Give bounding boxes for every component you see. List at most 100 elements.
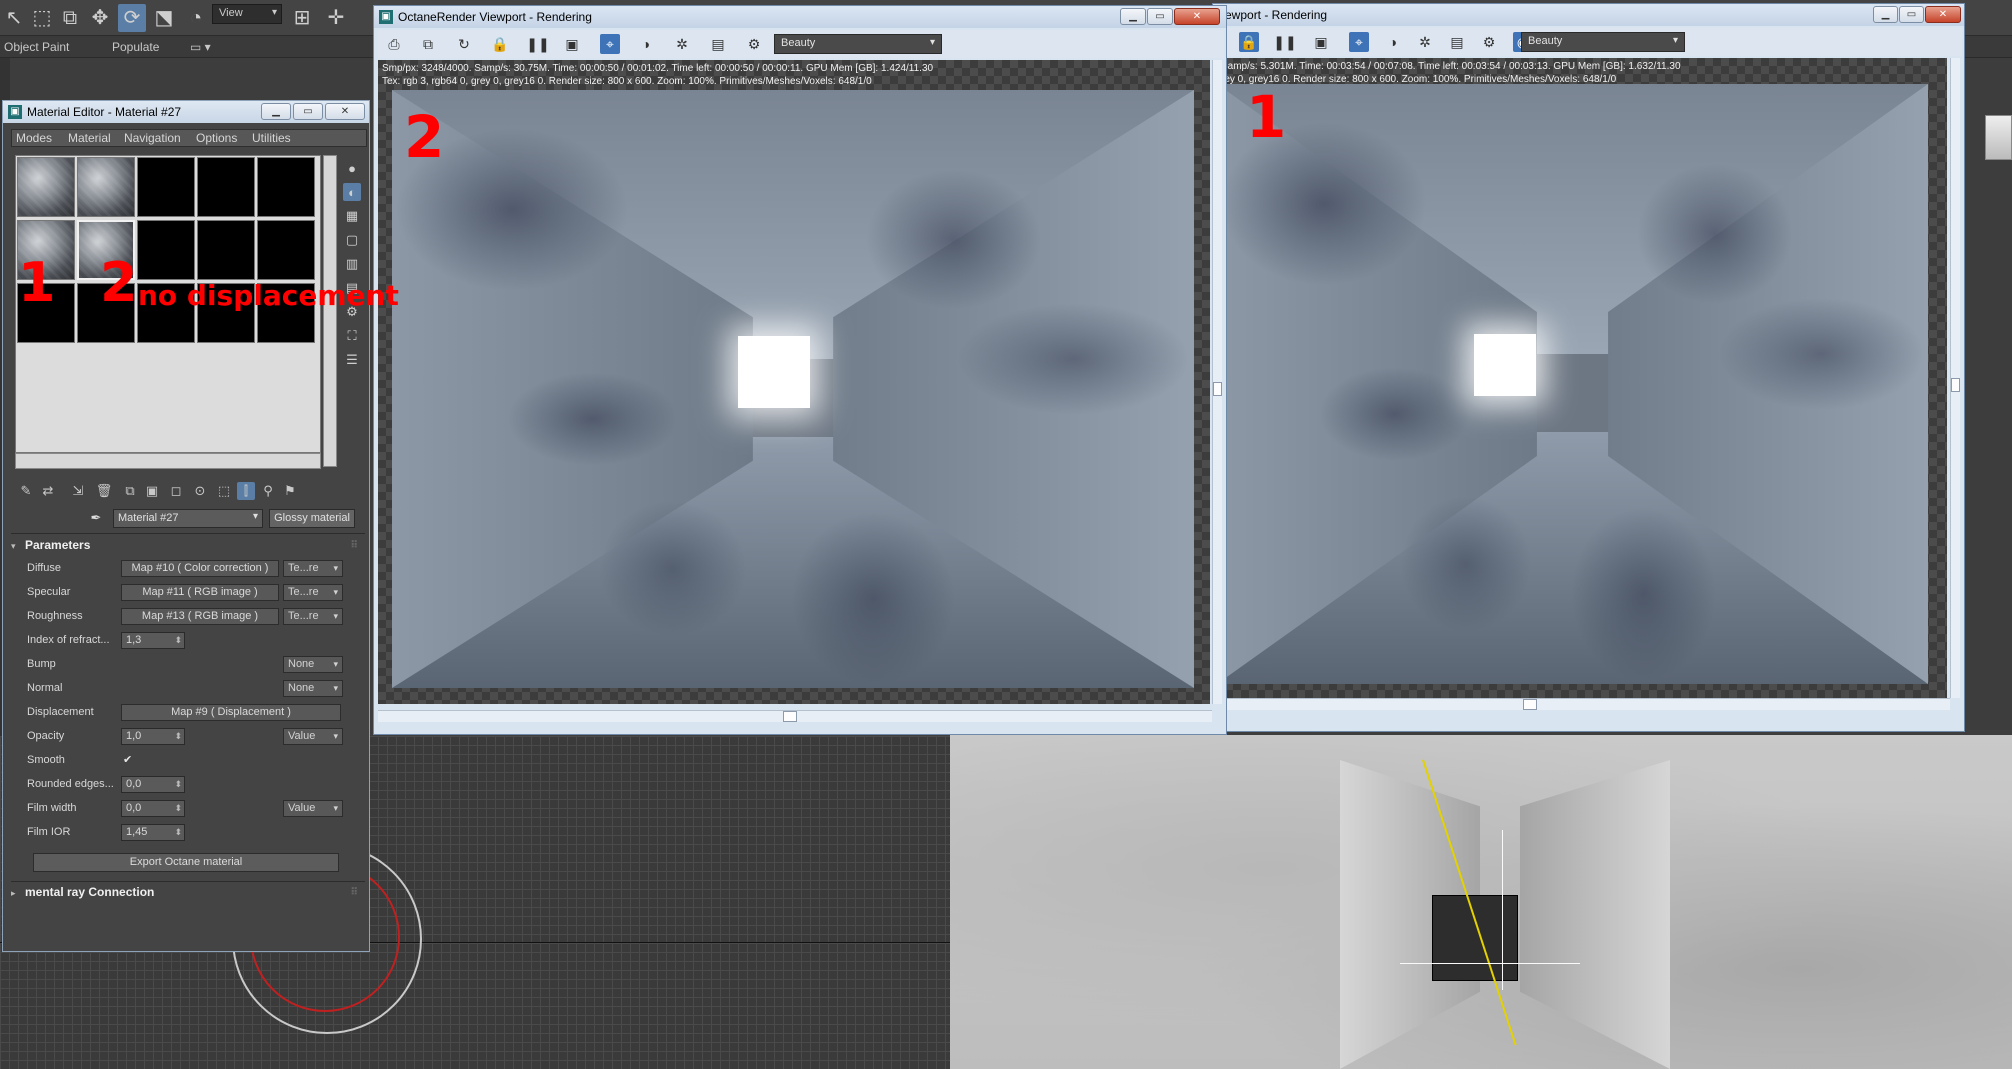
pick-from-object-icon[interactable]: ⚑ [281,482,299,500]
menu-options[interactable]: Options [196,131,237,145]
opacity-type-dropdown[interactable]: Value [283,728,343,745]
settings-icon[interactable]: ⚙ [744,34,764,54]
scale-icon[interactable]: ⬔ [150,4,178,32]
pivot-icon[interactable]: ⊞ [288,4,316,32]
pause-icon[interactable]: ❚❚ [1273,32,1296,52]
select-arrow-icon[interactable]: ↖ [0,4,28,32]
material-slot[interactable] [137,220,195,280]
put-to-library-icon[interactable]: ▣ [143,482,161,500]
show-end-result-icon[interactable]: ⬚ [215,482,233,500]
reference-coord-dropdown[interactable]: View [212,4,282,24]
render-pass-dropdown[interactable]: Beauty [1521,32,1685,52]
object-pick-icon[interactable]: ▤ [708,34,728,54]
maximize-button[interactable]: ▭ [1147,8,1173,25]
settings-icon[interactable]: ⚙ [1479,32,1499,52]
focus-pick-icon[interactable]: ⌖ [600,34,620,54]
material-slot[interactable] [197,220,255,280]
smooth-checkbox[interactable]: ✔ [123,754,135,766]
specular-map-button[interactable]: Map #11 ( RGB image ) [121,584,279,601]
ior-spinner[interactable]: 1,3 [121,632,185,649]
make-unique-icon[interactable]: ⧉ [121,482,139,500]
ribbon-toggle-icon[interactable]: ▭ ▾ [190,40,211,54]
render-pass-dropdown[interactable]: Beauty [774,34,942,54]
uv-tiling-icon[interactable]: ▢ [343,231,361,249]
eyedropper-icon[interactable]: ✒ [87,510,105,528]
menu-navigation[interactable]: Navigation [124,131,181,145]
roughness-map-button[interactable]: Map #13 ( RGB image ) [121,608,279,625]
save-render-icon[interactable]: ⎙ [384,34,404,54]
go-to-parent-icon[interactable]: ⫿ [237,482,255,500]
material-name-field[interactable]: Material #27 [113,509,263,528]
diffuse-map-button[interactable]: Map #10 ( Color correction ) [121,560,279,577]
region-icon[interactable]: ▣ [562,34,582,54]
close-button[interactable]: ✕ [325,103,365,120]
displacement-map-button[interactable]: Map #9 ( Displacement ) [121,704,341,721]
placement-icon[interactable]: ◔ [182,4,210,32]
get-material-icon[interactable]: ✎ [17,482,35,500]
restart-icon[interactable]: ↻ [454,34,474,54]
select-by-material-icon[interactable]: ⛶ [343,327,361,345]
render-right-canvas[interactable]: Samp/s: 5.301M. Time: 00:03:54 / 00:07:0… [1217,58,1947,698]
diffuse-type-dropdown[interactable]: Te...re [283,560,343,577]
material-map-navigator-icon[interactable]: ☰ [343,351,361,369]
material-type-button[interactable]: Glossy material [269,509,355,528]
reset-map-icon[interactable]: 🗑 [95,482,113,500]
focus-pick-icon[interactable]: ⌖ [1349,32,1369,52]
render-right-hscroll[interactable] [1217,698,1950,710]
render-right-image[interactable] [1217,84,1928,684]
color-picker-icon[interactable]: ◑ [1383,32,1403,52]
material-slot[interactable] [137,157,195,217]
export-octane-material-button[interactable]: Export Octane material [33,853,339,872]
material-slot[interactable] [257,220,315,280]
material-pick-icon[interactable]: ✲ [672,34,692,54]
specular-type-dropdown[interactable]: Te...re [283,584,343,601]
color-picker-icon[interactable]: ◑ [636,34,656,54]
region-select-icon[interactable]: ⬚ [28,4,56,32]
viewcube-icon[interactable] [1985,115,2012,160]
render-left-titlebar[interactable]: ▣ OctaneRender Viewport - Rendering [374,6,1226,28]
film-width-type-dropdown[interactable]: Value [283,800,343,817]
pause-icon[interactable]: ❚❚ [526,34,549,54]
minimize-button[interactable]: ▁ [261,103,291,120]
lock-icon[interactable]: 🔒 [490,34,510,54]
render-right-titlebar[interactable]: ewport - Rendering [1213,4,1964,26]
roughness-type-dropdown[interactable]: Te...re [283,608,343,625]
material-pick-icon[interactable]: ✲ [1415,32,1435,52]
bump-type-dropdown[interactable]: None [283,656,343,673]
film-ior-spinner[interactable]: 1,45 [121,824,185,841]
mental-ray-rollout-header[interactable]: ▸ mental ray Connection ⠿ [11,885,361,903]
render-left-canvas[interactable]: Smp/px: 3248/4000. Samp/s: 30.75M. Time:… [378,60,1210,704]
background-icon[interactable]: ▦ [343,207,361,225]
render-left-vscroll[interactable] [1212,60,1222,704]
video-color-icon[interactable]: ▥ [343,255,361,273]
copy-render-icon[interactable]: ⧉ [418,34,438,54]
minimize-button[interactable]: ▁ [1873,6,1898,23]
region-icon[interactable]: ▣ [1311,32,1331,52]
material-slot[interactable] [17,157,75,217]
menu-modes[interactable]: Modes [16,131,52,145]
put-to-scene-icon[interactable]: ⇄ [39,482,57,500]
render-left-hscroll[interactable] [378,710,1212,722]
menu-material[interactable]: Material [68,131,111,145]
film-width-spinner[interactable]: 0,0 [121,800,185,817]
opacity-spinner[interactable]: 1,0 [121,728,185,745]
maximize-button[interactable]: ▭ [1899,6,1924,23]
normal-type-dropdown[interactable]: None [283,680,343,697]
tab-object-paint[interactable]: Object Paint [4,40,69,54]
minimize-button[interactable]: ▁ [1120,8,1146,25]
tab-populate[interactable]: Populate [112,40,159,54]
move-icon[interactable]: ✥ [86,4,114,32]
close-button[interactable]: ✕ [1925,6,1961,23]
material-slot[interactable] [257,157,315,217]
render-left-image[interactable] [392,90,1194,688]
backlight-icon[interactable]: ◐ [343,183,361,201]
viewport-light-plane[interactable] [1432,895,1518,981]
window-crossing-icon[interactable]: ⧉ [56,4,84,32]
parameters-rollout-header[interactable]: ▾ Parameters ⠿ [11,538,361,556]
menu-utilities[interactable]: Utilities [252,131,291,145]
maximize-button[interactable]: ▭ [293,103,323,120]
rotate-icon[interactable]: ⟳ [118,4,146,32]
sample-type-icon[interactable]: ● [343,159,361,177]
show-shaded-icon[interactable]: ⊙ [191,482,209,500]
material-slot[interactable] [197,157,255,217]
